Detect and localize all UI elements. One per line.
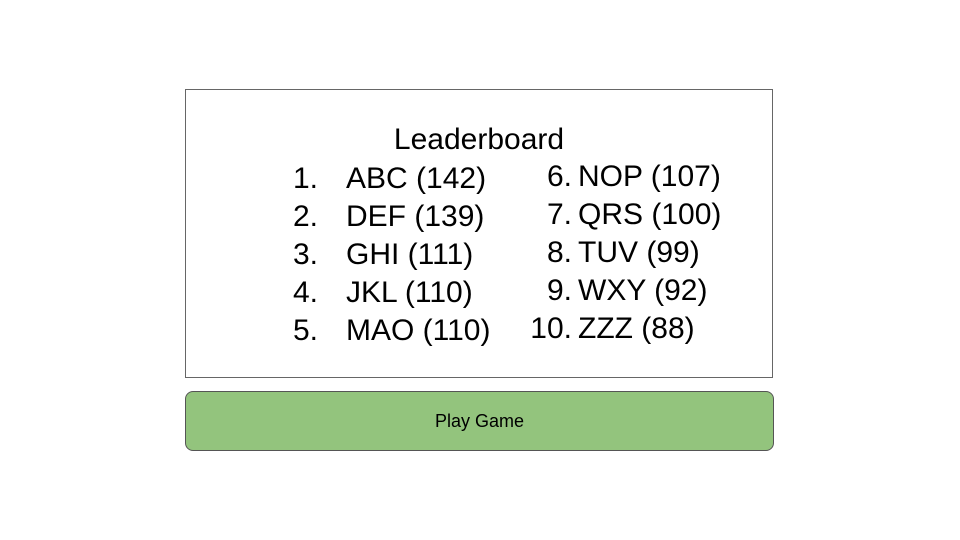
entry-name-score: ZZZ (88) [578,312,695,345]
game-menu-screen: Leaderboard 1. ABC (142) 2. DEF (139) 3.… [0,0,960,540]
entry-rank: 10. [530,312,572,345]
entry-name-score: WXY (92) [578,274,708,307]
entry-name-score: NOP (107) [578,160,721,193]
leaderboard-panel: Leaderboard 1. ABC (142) 2. DEF (139) 3.… [185,89,773,378]
entry-name-score: TUV (99) [578,236,700,269]
entry-rank: 7. [546,198,572,231]
entry-rank: 6. [546,160,572,193]
entry-name-score: QRS (100) [578,198,722,231]
leaderboard-title: Leaderboard [393,123,565,156]
entry-rank: 9. [546,274,572,307]
entry-rank: 8. [546,236,572,269]
play-game-button[interactable]: Play Game [185,391,774,451]
